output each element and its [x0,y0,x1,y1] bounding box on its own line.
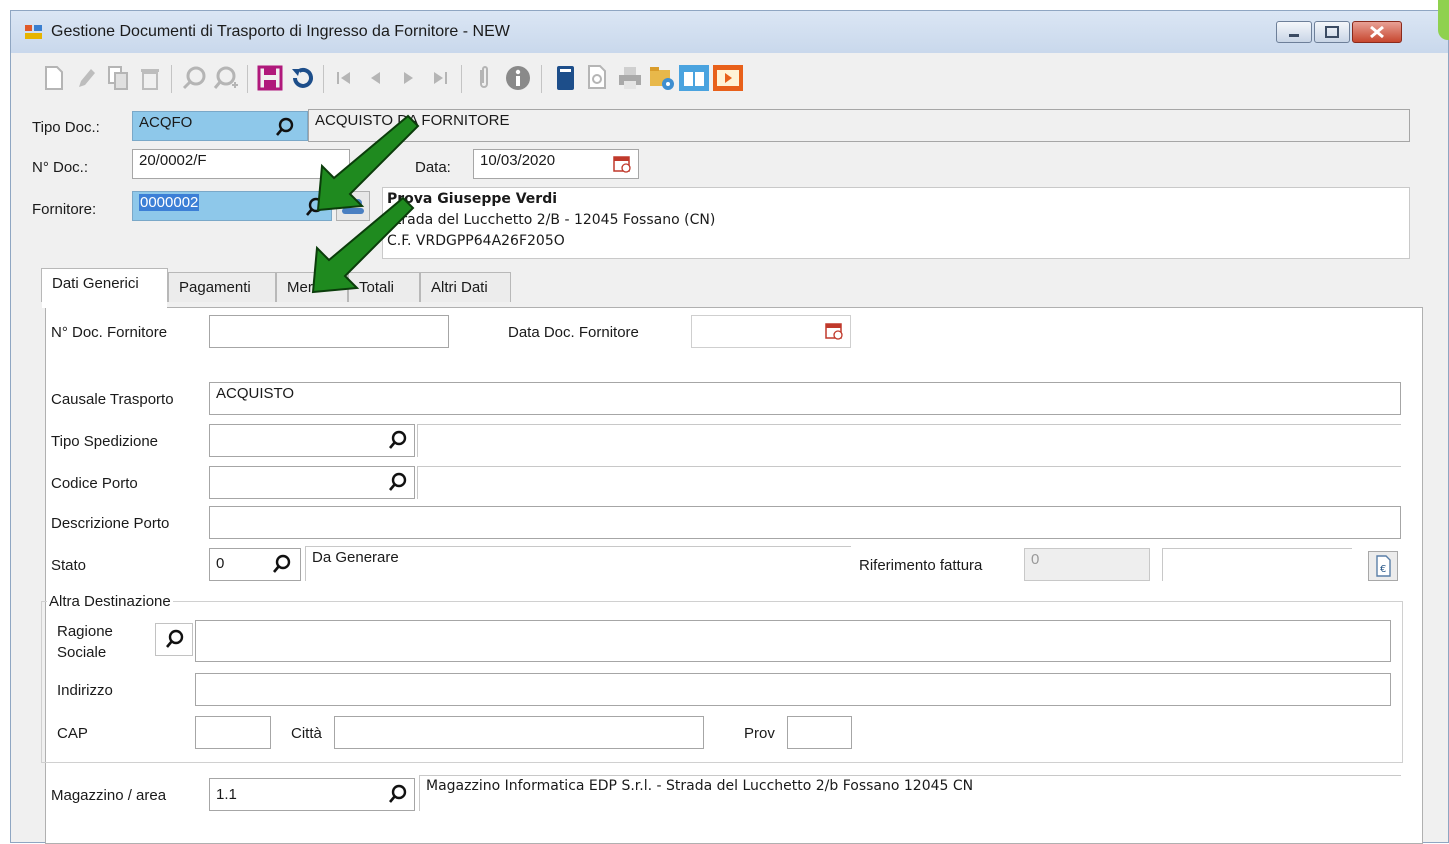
invoice-button[interactable]: € [1368,551,1398,581]
causale-trasporto-label: Causale Trasporto [51,391,174,408]
preview-icon[interactable] [581,61,615,95]
app-icon [25,25,42,39]
manual-icon[interactable] [677,61,711,95]
maximize-icon [1325,26,1339,38]
codice-porto-input[interactable] [209,466,415,499]
tipo-doc-search-icon[interactable] [275,117,295,137]
tab-altri-dati[interactable]: Altri Dati [420,272,511,302]
maximize-button[interactable] [1314,21,1350,43]
search-icon[interactable] [177,61,211,95]
ragione-sociale-label: Ragione Sociale [57,621,113,663]
tab-dati-generici[interactable]: Dati Generici [41,268,168,302]
cap-input[interactable] [195,716,271,749]
last-record-icon[interactable] [423,61,457,95]
next-record-icon[interactable] [391,61,425,95]
causale-trasporto-input[interactable]: ACQUISTO [209,382,1401,415]
altra-destinazione-label: Altra Destinazione [47,593,173,610]
edit-pencil-icon[interactable] [69,61,103,95]
codice-porto-label: Codice Porto [51,475,138,492]
stato-label: Stato [51,557,87,574]
data-label: Data: [415,159,451,176]
info-icon[interactable] [501,61,535,95]
corner-decoration [1438,0,1449,40]
magazzino-search-icon[interactable] [388,784,408,804]
green-arrow-icon [311,196,415,294]
riferimento-fattura-label: Riferimento fattura [859,557,983,574]
invoice-icon: € [1376,555,1391,577]
citta-input[interactable] [334,716,704,749]
prov-label: Prov [744,725,775,742]
cap-label: CAP [57,725,88,742]
magazzino-label: Magazzino / area [51,787,167,804]
fornitore-label: Fornitore: [32,201,97,218]
fornitore-info-box: Prova Giuseppe Verdi Strada del Lucchett… [382,187,1410,259]
ragione-sociale-search-button[interactable] [155,623,193,656]
copy-icon[interactable] [101,61,135,95]
riferimento-fattura-input: 0 [1024,548,1150,581]
attachment-icon[interactable] [467,61,501,95]
fornitore-input[interactable]: 0000002 [132,191,332,221]
stato-search-icon[interactable] [272,554,292,574]
descrizione-porto-label: Descrizione Porto [51,515,170,532]
tipo-doc-description: ACQUISTO DA FORNITORE [308,109,1410,142]
close-button[interactable] [1352,21,1402,43]
fornitore-selected-text: 0000002 [139,194,200,211]
tipo-spedizione-search-icon[interactable] [388,430,408,450]
stato-description: Da Generare [305,546,851,581]
magazzino-description: Magazzino Informatica EDP S.r.l. - Strad… [419,775,1401,811]
toolbar [11,53,1448,109]
codice-porto-description [417,466,1401,499]
riferimento-fattura-description [1162,548,1352,581]
tipo-spedizione-input[interactable] [209,424,415,457]
indirizzo-label: Indirizzo [57,682,113,699]
calendar-icon[interactable] [612,154,632,174]
title-bar: Gestione Documenti di Trasporto di Ingre… [11,11,1448,53]
codice-porto-search-icon[interactable] [388,472,408,492]
minimize-icon [1289,34,1299,37]
settings-folder-icon[interactable] [645,61,679,95]
prov-input[interactable] [787,716,852,749]
close-icon [1370,25,1384,39]
tipo-doc-label: Tipo Doc.: [32,119,100,136]
search-plus-icon[interactable] [209,61,243,95]
prev-record-icon[interactable] [359,61,393,95]
book-icon[interactable] [549,61,583,95]
tipo-spedizione-description [417,424,1401,457]
first-record-icon[interactable] [327,61,361,95]
indirizzo-input[interactable] [195,673,1391,706]
ragione-label-line2: Sociale [57,644,107,661]
ragione-sociale-input[interactable] [195,620,1391,662]
data-doc-fornitore-label: Data Doc. Fornitore [508,324,639,341]
n-doc-fornitore-input[interactable] [209,315,449,348]
video-icon[interactable] [711,61,745,95]
descrizione-porto-input[interactable] [209,506,1401,539]
ragione-label-line1: Ragione [57,623,113,640]
calendar-icon[interactable] [824,321,844,341]
minimize-button[interactable] [1276,21,1312,43]
search-icon [166,629,184,648]
save-icon[interactable] [253,61,287,95]
svg-text:€: € [1380,564,1386,575]
window-title: Gestione Documenti di Trasporto di Ingre… [51,23,510,40]
tab-pagamenti[interactable]: Pagamenti [168,272,276,302]
n-doc-label: N° Doc.: [32,159,89,176]
delete-icon[interactable] [133,61,167,95]
citta-label: Città [291,725,322,742]
fornitore-address: Strada del Lucchetto 2/B - 12045 Fossano… [387,212,716,228]
magazzino-input[interactable]: 1.1 [209,778,415,811]
n-doc-fornitore-label: N° Doc. Fornitore [51,324,168,341]
print-icon[interactable] [613,61,647,95]
tipo-spedizione-label: Tipo Spedizione [51,433,159,450]
new-doc-icon[interactable] [37,61,71,95]
main-window: Gestione Documenti di Trasporto di Ingre… [10,10,1449,844]
refresh-icon[interactable] [285,61,319,95]
